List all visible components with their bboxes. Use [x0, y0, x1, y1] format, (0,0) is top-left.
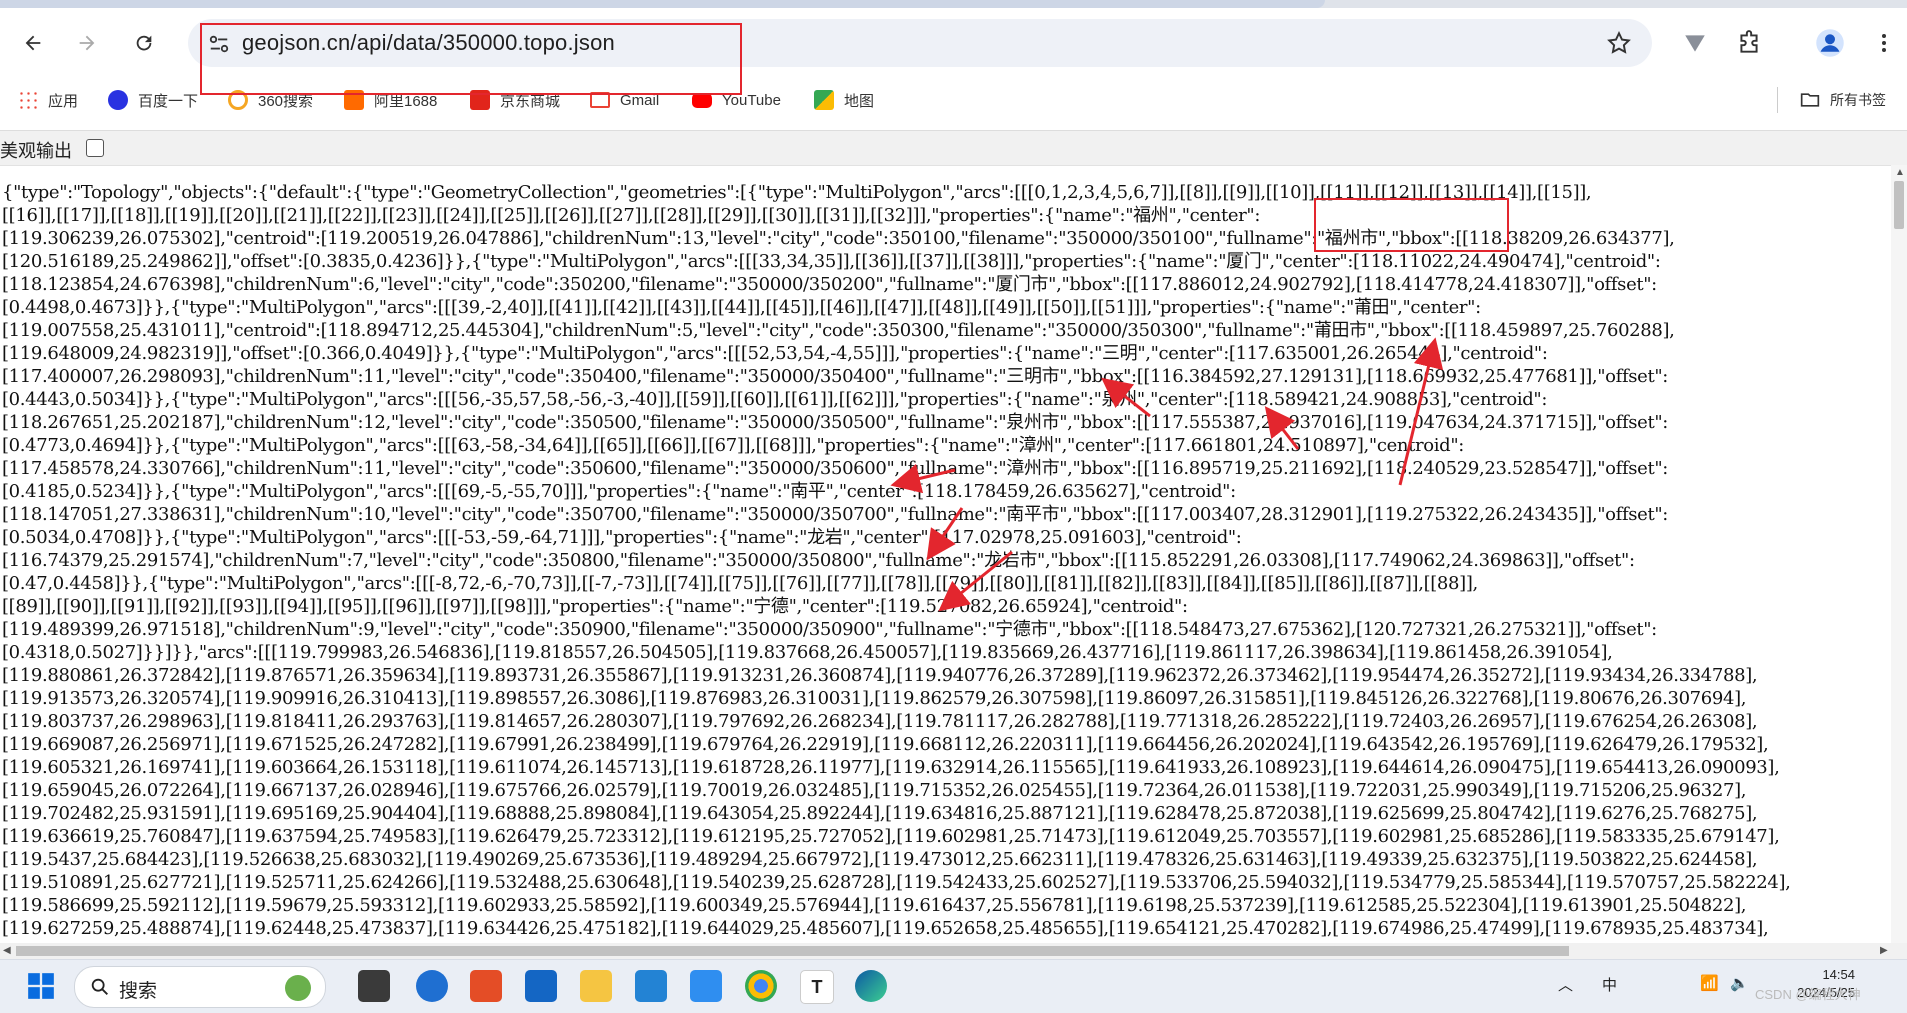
taskbar-search-box[interactable]: 搜索 [74, 966, 326, 1008]
json-text-line: [119.880861,26.372842],[119.876571,26.35… [2, 665, 1758, 686]
wifi-icon[interactable]: 📶 [1700, 974, 1719, 992]
json-text-line: {"type":"Topology","objects":{"default":… [2, 182, 1592, 203]
json-text-line: [0.4443,0.5034]}},{"type":"MultiPolygon"… [2, 389, 1548, 410]
ime-indicator[interactable]: 中 [1602, 974, 1617, 995]
clock-time: 14:54 [1822, 967, 1855, 982]
json-text-line: [119.306239,26.075302],"centroid":[119.2… [2, 228, 1675, 249]
edge-icon[interactable] [855, 970, 887, 1002]
url-highlight-box [200, 23, 742, 95]
json-text-line: [118.267651,25.202187],"childrenNum":12,… [2, 412, 1668, 433]
json-text-line: [119.007558,25.431011],"centroid":[118.8… [2, 320, 1675, 341]
json-text-line: [120.516189,25.249862]],"offset":[0.3835… [2, 251, 1661, 272]
app-icon-orange[interactable] [470, 970, 502, 1002]
back-button[interactable] [16, 26, 50, 60]
all-bookmarks-button[interactable]: 所有书签 [1800, 89, 1886, 111]
reload-icon [136, 35, 152, 51]
json-text-line: [[16]],[[17]],[[18]],[[19]],[[20]],[[21]… [2, 205, 1261, 226]
pretty-print-checkbox[interactable] [86, 139, 104, 157]
bookmark-label: 地图 [844, 92, 875, 110]
windows-taskbar: 搜索 T ︿ 中 📶 🔈 14:54 2024/5/25 CSDN @编程大神 [0, 959, 1907, 1013]
back-arrow-icon [25, 35, 41, 51]
windows-start-icon[interactable] [25, 970, 57, 1002]
horizontal-scrollbar[interactable]: ◀ ▶ [0, 943, 1907, 959]
json-content: {"type":"Topology","objects":{"default":… [2, 181, 1892, 938]
json-text-line: [[89]],[[90]],[[91]],[[92]],[[93]],[[94]… [2, 596, 1188, 617]
vertical-scrollbar[interactable]: ▲ [1891, 165, 1907, 943]
scroll-up-icon[interactable]: ▲ [1895, 167, 1905, 178]
bookmark-label: 应用 [48, 92, 79, 110]
json-text-line: [117.458578,24.330766],"childrenNum":11,… [2, 458, 1668, 479]
typora-icon[interactable]: T [800, 970, 834, 1004]
file-explorer-icon[interactable] [580, 970, 612, 1002]
json-text-line: [119.489399,26.971518],"childrenNum":9,"… [2, 619, 1657, 640]
task-view-icon[interactable] [358, 970, 390, 1002]
reload-button[interactable] [127, 26, 161, 60]
folder-icon [1800, 93, 1820, 107]
bookmark-label: 百度一下 [138, 92, 199, 110]
json-text-line: [119.636619,25.760847],[119.637594,25.74… [2, 826, 1780, 847]
scroll-left-icon[interactable]: ◀ [3, 945, 11, 956]
json-text-line: [117.400007,26.298093],"childrenNum":11,… [2, 366, 1668, 387]
apps-grid-icon [18, 90, 38, 110]
app-icon-blue[interactable] [416, 970, 448, 1002]
json-text-line: [0.4498,0.4673]}},{"type":"MultiPolygon"… [2, 297, 1481, 318]
extensions-icon[interactable] [1734, 28, 1764, 58]
json-text-line: [119.803737,26.298963],[119.818411,26.29… [2, 711, 1758, 732]
search-icon [91, 978, 108, 995]
json-text-line: [118.147051,27.338631],"childrenNum":10,… [2, 504, 1668, 525]
bookmark-star-icon[interactable] [1606, 30, 1632, 56]
json-text-line: [119.510891,25.627721],[119.525711,25.62… [2, 872, 1791, 893]
active-tab-edge[interactable] [0, 0, 1325, 8]
vpn-extension-icon[interactable] [1680, 28, 1710, 58]
pretty-print-bar: 美观输出 [0, 130, 1907, 166]
bookmarks-divider [1777, 87, 1778, 113]
json-text-line: [0.4773,0.4694]}},{"type":"MultiPolygon"… [2, 435, 1464, 456]
json-text-line: [118.123854,24.676398],"childrenNum":6,"… [2, 274, 1657, 295]
json-text-line: [119.659045,26.072264],[119.667137,26.02… [2, 780, 1747, 801]
search-label: 搜索 [119, 981, 158, 1002]
forward-arrow-icon [79, 35, 95, 51]
pretty-print-label: 美观输出 [0, 141, 72, 161]
json-text-line: [119.702482,25.931591],[119.695169,25.90… [2, 803, 1758, 824]
profile-avatar-icon[interactable] [1815, 28, 1845, 58]
bookmark-maps[interactable]: 地图 [814, 89, 874, 111]
volume-icon[interactable]: 🔈 [1730, 974, 1749, 992]
browser-menu-icon[interactable] [1872, 28, 1896, 58]
search-highlight-icon [285, 975, 311, 1001]
baidu-paw-icon [108, 90, 128, 110]
bookmark-baidu[interactable]: 百度一下 [108, 89, 198, 111]
json-text-line: [119.586699,25.592112],[119.59679,25.593… [2, 895, 1747, 916]
vscode-icon[interactable] [635, 970, 667, 1002]
json-text-line: [116.74379,25.291574],"childrenNum":7,"l… [2, 550, 1635, 571]
tab-strip [0, 0, 1907, 8]
fuzhou-highlight-box [1314, 198, 1509, 252]
json-text-line: [119.605321,26.169741],[119.603664,26.15… [2, 757, 1780, 778]
json-text-line: [119.627259,25.488874],[119.62448,25.473… [2, 918, 1769, 938]
json-text-line: [119.5437,25.684423],[119.526638,25.6830… [2, 849, 1758, 870]
csdn-watermark: CSDN @编程大神 [1755, 987, 1861, 1002]
chrome-icon[interactable] [745, 970, 777, 1002]
bookmark-apps[interactable]: 应用 [18, 89, 78, 111]
json-text-line: [119.669087,26.256971],[119.671525,26.24… [2, 734, 1769, 755]
json-text-line: [0.4185,0.5234]}},{"type":"MultiPolygon"… [2, 481, 1236, 502]
json-text-line: [119.648009,24.982319]],"offset":[0.366,… [2, 343, 1548, 364]
json-text-line: [0.4318,0.5027]}}]}},"arcs":[[[119.79998… [2, 642, 1613, 663]
feishu-icon[interactable] [690, 970, 722, 1002]
all-bookmarks-label: 所有书签 [1830, 92, 1886, 108]
vertical-scroll-thumb[interactable] [1894, 181, 1904, 229]
json-text-line: [119.913573,26.320574],[119.909916,26.31… [2, 688, 1747, 709]
json-text-line: [0.5034,0.4708]}},{"type":"MultiPolygon"… [2, 527, 1242, 548]
scroll-right-icon[interactable]: ▶ [1880, 945, 1888, 956]
tray-chevron-icon[interactable]: ︿ [1558, 974, 1573, 995]
json-text-line: [0.47,0.4458]}},{"type":"MultiPolygon","… [2, 573, 1478, 594]
store-icon[interactable] [525, 970, 557, 1002]
horizontal-scroll-thumb[interactable] [16, 946, 1569, 956]
forward-button[interactable] [70, 26, 104, 60]
maps-pin-icon [814, 90, 834, 110]
